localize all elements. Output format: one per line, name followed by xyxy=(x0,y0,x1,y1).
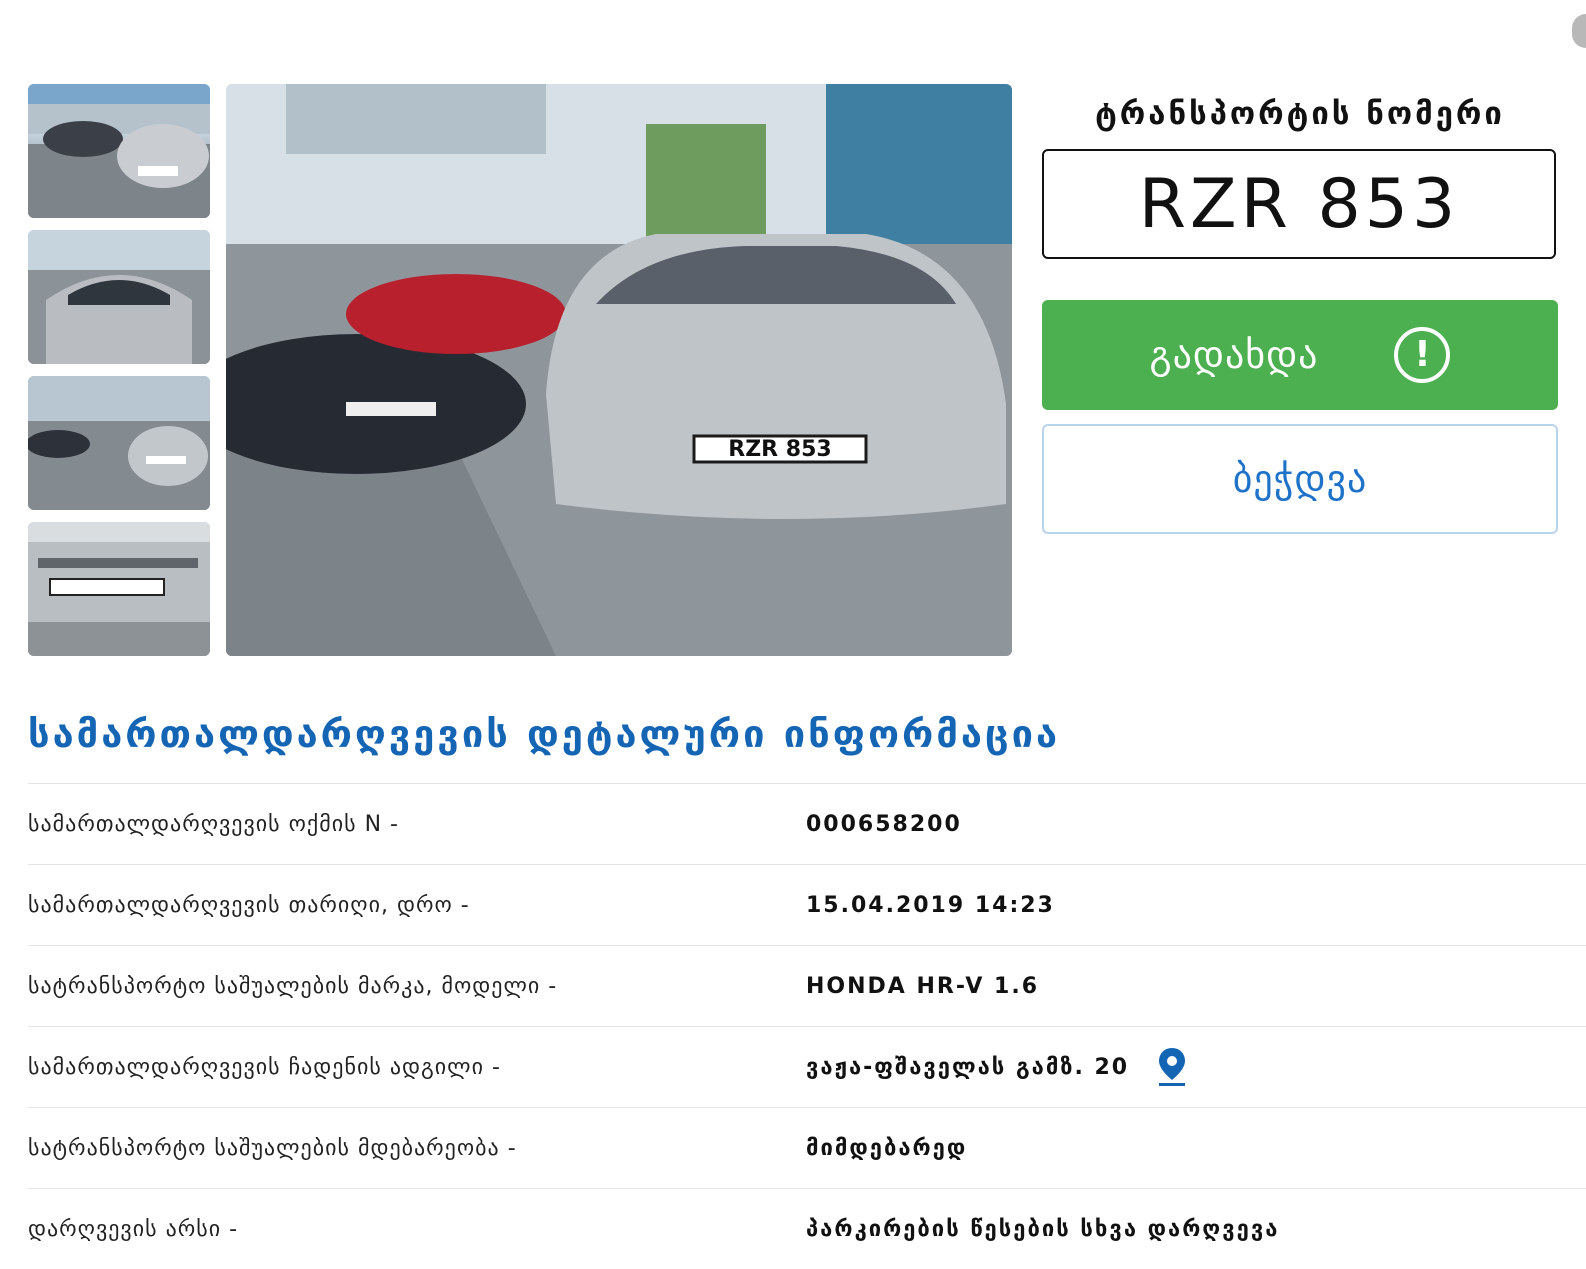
photo-thumbnail-4[interactable] xyxy=(28,522,210,656)
detail-value-with-map: ვაჟა-ფშაველას გამზ. 20 xyxy=(806,1047,1187,1087)
detail-key: სამართალდარღვევის ჩადენის ადგილი - xyxy=(28,1054,501,1080)
photo-thumbnails xyxy=(28,84,210,668)
print-button[interactable]: ბეჭდვა xyxy=(1042,424,1558,534)
photo-thumbnail-3[interactable] xyxy=(28,376,210,510)
detail-row-vehicle-position: სატრანსპორტო საშუალების მდებარეობა - მიმ… xyxy=(28,1107,1586,1188)
detail-row-vehicle-model: სატრანსპორტო საშუალების მარკა, მოდელი - … xyxy=(28,945,1586,1026)
svg-text:RZR 853: RZR 853 xyxy=(728,437,831,462)
exclamation-circle-icon: ! xyxy=(1394,327,1451,383)
detail-row-date-time: სამართალდარღვევის თარიღი, დრო - 15.04.20… xyxy=(28,864,1586,945)
scrollbar-thumb[interactable] xyxy=(1572,14,1586,48)
detail-value: 000658200 xyxy=(806,811,962,837)
plate-number-label: ტრანსპორტის ნომერი xyxy=(1095,96,1505,132)
plate-number: RZR 853 xyxy=(1042,149,1556,259)
detail-key: სამართალდარღვევის ოქმის N - xyxy=(28,811,399,837)
photo-thumbnail-2[interactable] xyxy=(28,230,210,364)
detail-key: დარღვევის არსი - xyxy=(28,1216,239,1242)
detail-row-protocol-number: სამართალდარღვევის ოქმის N - 000658200 xyxy=(28,783,1586,864)
detail-value: მიმდებარედ xyxy=(806,1135,968,1161)
details-table: სამართალდარღვევის ოქმის N - 000658200 სა… xyxy=(28,783,1586,1269)
photo-thumbnail-1[interactable] xyxy=(28,84,210,218)
detail-row-violation-essence: დარღვევის არსი - პარკირების წესების სხვა… xyxy=(28,1188,1586,1269)
detail-key: სამართალდარღვევის თარიღი, დრო - xyxy=(28,892,470,918)
detail-value: პარკირების წესების სხვა დარღვევა xyxy=(806,1216,1280,1242)
pay-button-label: გადახდა xyxy=(1149,333,1319,377)
detail-row-location: სამართალდარღვევის ჩადენის ადგილი - ვაჟა-… xyxy=(28,1026,1586,1107)
details-section-title: სამართალდარღვევის დეტალური ინფორმაცია xyxy=(28,712,1061,756)
map-pin-icon[interactable] xyxy=(1157,1047,1187,1087)
detail-key: სატრანსპორტო საშუალების მდებარეობა - xyxy=(28,1135,517,1161)
main-violation-photo[interactable]: RZR 853 xyxy=(226,84,1012,656)
pay-button[interactable]: გადახდა ! xyxy=(1042,300,1558,410)
detail-key: სატრანსპორტო საშუალების მარკა, მოდელი - xyxy=(28,973,558,999)
detail-value: HONDA HR-V 1.6 xyxy=(806,973,1040,999)
detail-value: ვაჟა-ფშაველას გამზ. 20 xyxy=(806,1054,1130,1080)
detail-value: 15.04.2019 14:23 xyxy=(806,892,1055,918)
